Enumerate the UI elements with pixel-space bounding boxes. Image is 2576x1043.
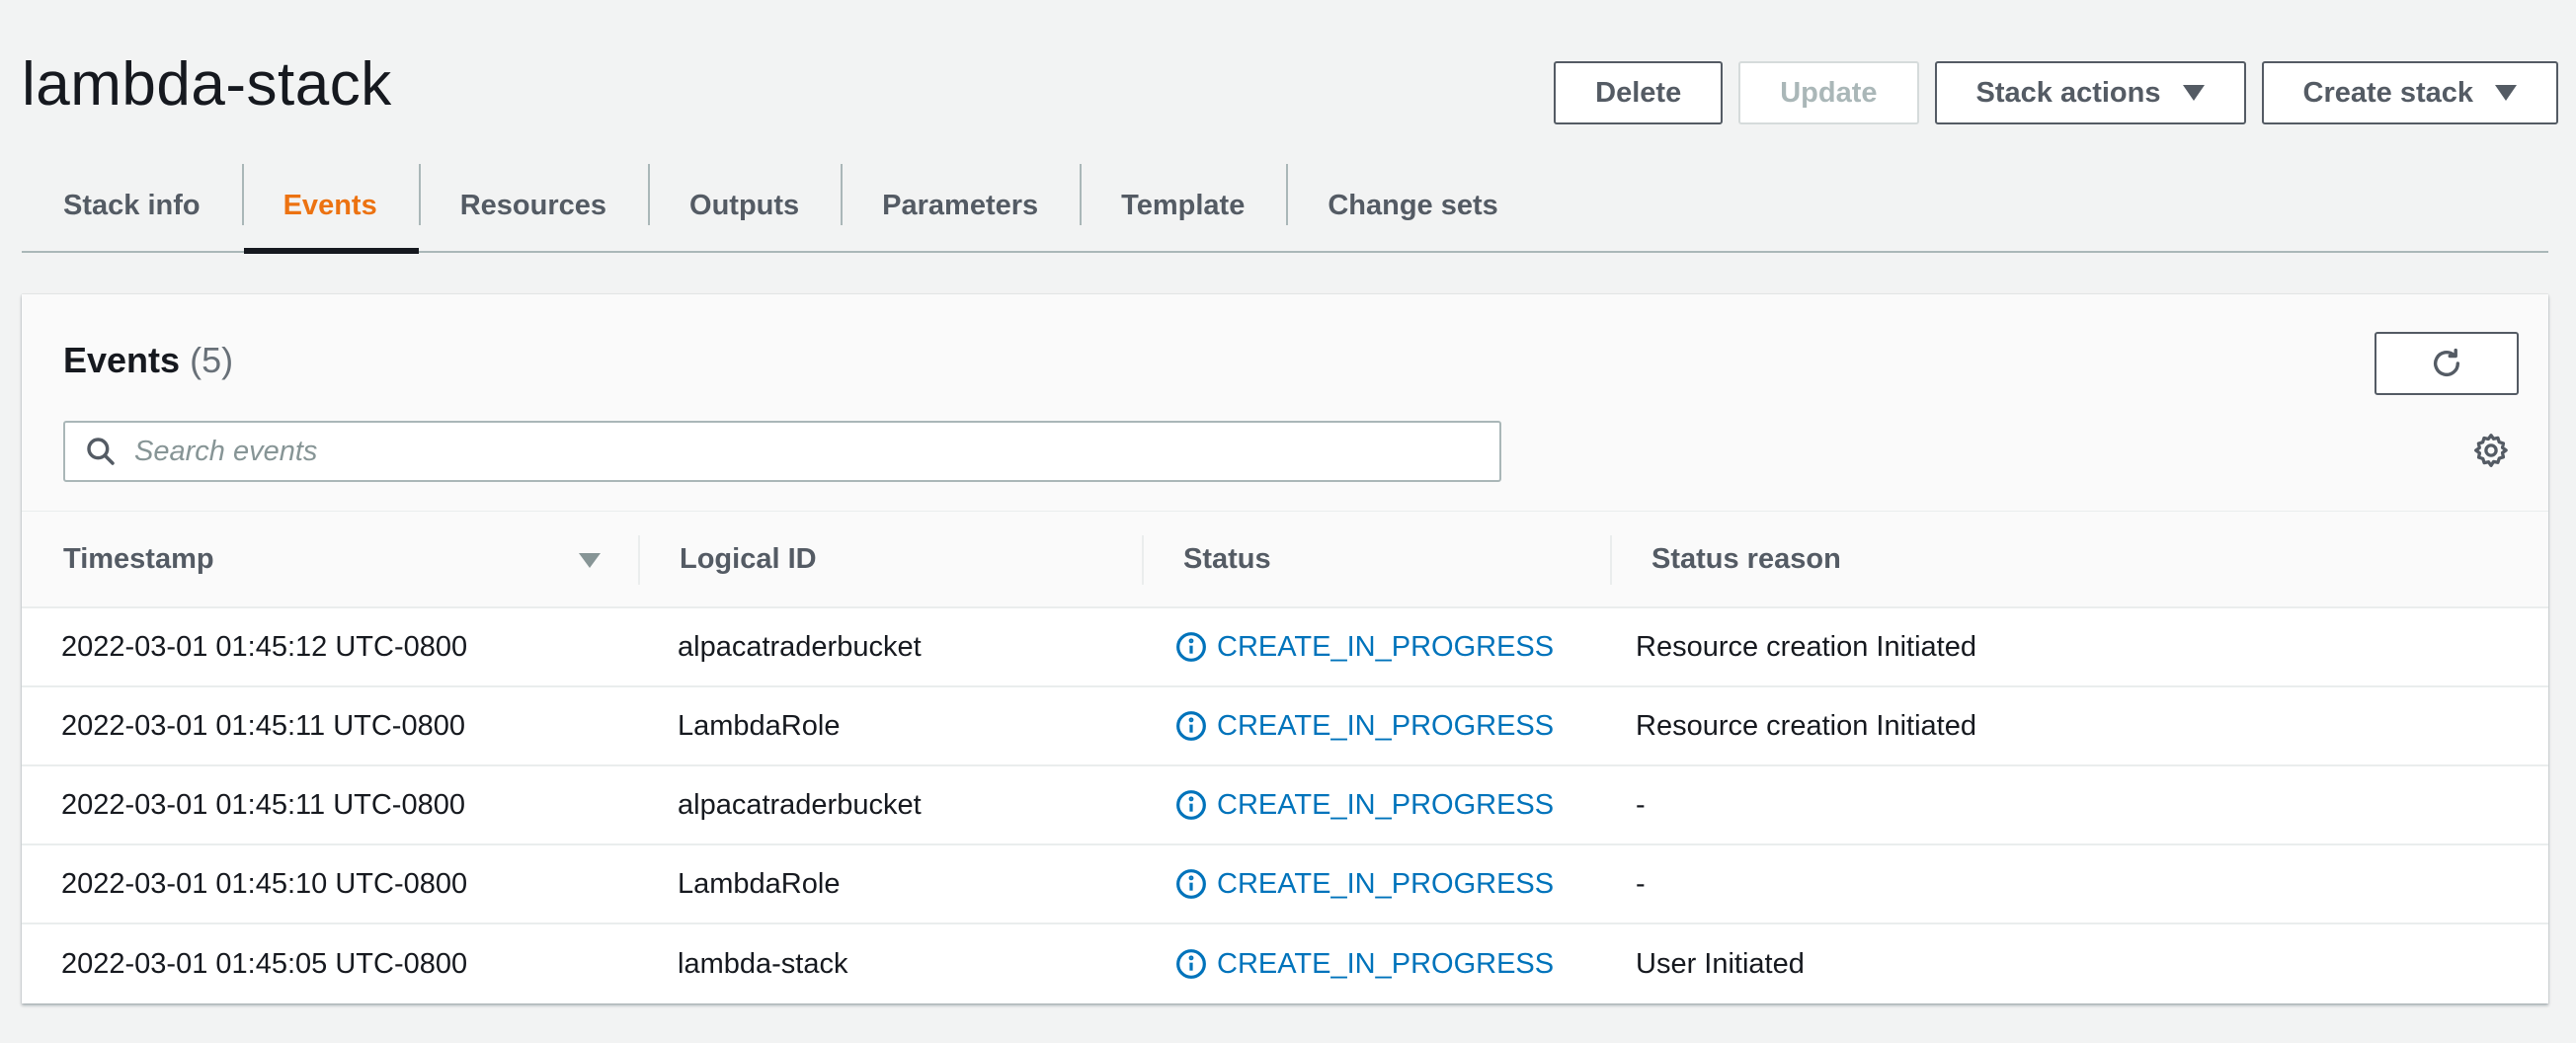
gear-icon[interactable] [2473, 433, 2509, 468]
table-header: Timestamp Logical ID Status Status reaso… [22, 512, 2548, 608]
logical-id-cell: alpacatraderbucket [678, 788, 922, 821]
info-icon [1175, 789, 1207, 821]
status-indicator: CREATE_IN_PROGRESS [1175, 948, 1554, 981]
table-row: 2022-03-01 01:45:11 UTC-0800 alpacatrade… [22, 766, 2548, 845]
tab-events[interactable]: Events [241, 160, 419, 254]
column-header-status-reason: Status reason [1610, 512, 2548, 606]
page-title: lambda-stack [22, 50, 392, 119]
status-text: CREATE_IN_PROGRESS [1217, 788, 1555, 821]
events-table: Timestamp Logical ID Status Status reaso… [22, 512, 2548, 1003]
status-cell: CREATE_IN_PROGRESS [1142, 924, 1610, 1003]
delete-button-label: Delete [1595, 76, 1682, 109]
logical-id-cell: LambdaRole [678, 709, 841, 742]
table-row: 2022-03-01 01:45:12 UTC-0800 alpacatrade… [22, 608, 2548, 687]
tab-label: Template [1121, 189, 1246, 221]
events-title: Events [63, 340, 181, 380]
column-header-timestamp[interactable]: Timestamp [22, 512, 638, 606]
tab-parameters[interactable]: Parameters [841, 160, 1080, 251]
status-cell: CREATE_IN_PROGRESS [1142, 766, 1610, 843]
tab-label: Stack info [63, 189, 201, 221]
tab-label: Resources [459, 189, 607, 221]
search-events-input[interactable] [134, 435, 1418, 468]
column-header-label: Status [1183, 542, 1271, 575]
status-text: CREATE_IN_PROGRESS [1217, 709, 1555, 742]
stack-action-bar: Delete Update Stack actions Create stack [1554, 61, 2558, 124]
status-cell: CREATE_IN_PROGRESS [1142, 608, 1610, 685]
stack-tabs: Stack info Events Resources Outputs Para… [22, 160, 2548, 254]
table-row: 2022-03-01 01:45:11 UTC-0800 LambdaRole … [22, 687, 2548, 766]
refresh-icon [2430, 347, 2463, 380]
status-cell: CREATE_IN_PROGRESS [1142, 687, 1610, 764]
search-icon [85, 436, 117, 467]
status-reason-cell: - [1636, 867, 1646, 900]
events-panel-header: Events (5) [22, 294, 2548, 512]
status-indicator: CREATE_IN_PROGRESS [1175, 868, 1554, 901]
status-indicator: CREATE_IN_PROGRESS [1175, 789, 1554, 822]
info-icon [1175, 868, 1207, 900]
logical-id-cell: lambda-stack [678, 947, 848, 980]
refresh-button[interactable] [2375, 332, 2519, 395]
column-header-label: Timestamp [63, 542, 214, 575]
tab-label: Parameters [882, 189, 1039, 221]
info-icon [1175, 710, 1207, 742]
events-panel: Events (5) Search events Timestamp Logic… [22, 294, 2548, 1003]
create-stack-button[interactable]: Create stack [2261, 61, 2558, 124]
tab-template[interactable]: Template [1080, 160, 1286, 251]
caret-down-icon [2495, 85, 2517, 101]
status-reason-cell: Resource creation Initiated [1636, 709, 1976, 742]
search-events-field[interactable] [63, 421, 1501, 482]
tab-outputs[interactable]: Outputs [648, 160, 841, 251]
update-button[interactable]: Update [1738, 61, 1919, 124]
create-stack-label: Create stack [2302, 76, 2474, 109]
tab-label: Outputs [689, 189, 800, 221]
timestamp-cell: 2022-03-01 01:45:11 UTC-0800 [61, 788, 465, 821]
tab-label: Events [282, 189, 377, 221]
column-header-status: Status [1142, 512, 1610, 606]
column-header-label: Logical ID [680, 542, 817, 575]
tab-stack-info[interactable]: Stack info [22, 160, 242, 251]
tab-label: Change sets [1328, 189, 1498, 221]
timestamp-cell: 2022-03-01 01:45:11 UTC-0800 [61, 709, 465, 742]
status-indicator: CREATE_IN_PROGRESS [1175, 631, 1554, 664]
update-button-label: Update [1780, 76, 1878, 109]
logical-id-cell: alpacatraderbucket [678, 630, 922, 663]
column-header-label: Status reason [1651, 542, 1841, 575]
events-count: (5) [190, 340, 234, 380]
delete-button[interactable]: Delete [1554, 61, 1724, 124]
tab-change-sets[interactable]: Change sets [1286, 160, 1539, 251]
info-icon [1175, 631, 1207, 663]
timestamp-cell: 2022-03-01 01:45:12 UTC-0800 [61, 630, 468, 663]
info-icon [1175, 948, 1207, 980]
status-cell: CREATE_IN_PROGRESS [1142, 845, 1610, 923]
stack-actions-button[interactable]: Stack actions [1934, 61, 2246, 124]
tab-resources[interactable]: Resources [418, 160, 648, 251]
status-text: CREATE_IN_PROGRESS [1217, 947, 1555, 980]
status-text: CREATE_IN_PROGRESS [1217, 630, 1555, 663]
status-reason-cell: Resource creation Initiated [1636, 630, 1976, 663]
logical-id-cell: LambdaRole [678, 867, 841, 900]
status-reason-cell: User Initiated [1636, 947, 1805, 980]
timestamp-cell: 2022-03-01 01:45:05 UTC-0800 [61, 947, 468, 980]
status-indicator: CREATE_IN_PROGRESS [1175, 710, 1554, 743]
table-row: 2022-03-01 01:45:10 UTC-0800 LambdaRole … [22, 845, 2548, 924]
status-reason-cell: - [1636, 788, 1646, 821]
cloudformation-stack-page: lambda-stack Delete Update Stack actions… [0, 0, 2576, 1043]
events-panel-title: Events (5) [63, 340, 233, 381]
timestamp-cell: 2022-03-01 01:45:10 UTC-0800 [61, 867, 468, 900]
sort-descending-icon[interactable] [579, 553, 601, 568]
status-text: CREATE_IN_PROGRESS [1217, 867, 1555, 900]
column-header-logical-id: Logical ID [638, 512, 1142, 606]
caret-down-icon [2182, 85, 2205, 101]
table-row: 2022-03-01 01:45:05 UTC-0800 lambda-stac… [22, 924, 2548, 1003]
stack-actions-label: Stack actions [1975, 76, 2161, 109]
